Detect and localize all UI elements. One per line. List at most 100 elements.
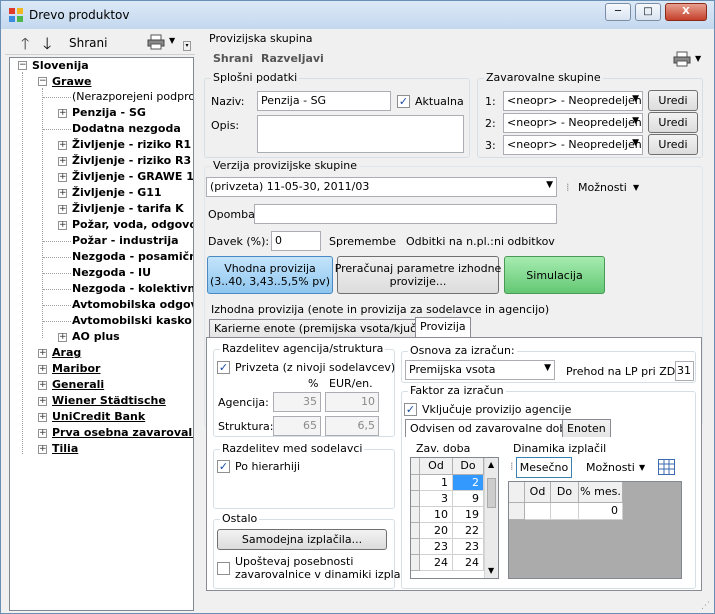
tree-node-product[interactable]: Nezgoda - IU [72,266,151,279]
table-icon[interactable] [658,459,675,475]
tree-node-product[interactable]: Življenje - GRAWE 1 [72,170,193,183]
basis-select[interactable]: Premijska vsota ▼ [405,360,555,380]
tree-node-product[interactable]: Avtomobilska odgovo [72,298,193,311]
insurance-group-select[interactable]: <neopr> - Neopredeljena ▼ [503,135,643,155]
expand-icon[interactable]: + [58,141,67,150]
dynamics-from-cell[interactable] [525,503,551,520]
tree-node-slovenija[interactable]: Slovenija [32,59,89,72]
consider-checkbox[interactable] [217,562,230,575]
simulation-button[interactable]: Simulacija [504,256,605,294]
tree-node-company[interactable]: Maribor [52,362,100,375]
resize-grip-icon[interactable]: ⋰ [701,601,710,611]
overflow-icon[interactable]: ▾ [183,41,191,51]
period-to-cell[interactable]: 2 [453,475,484,491]
tax-input[interactable]: 0 [271,231,321,251]
tree-node-company[interactable]: Tilia [52,442,78,455]
expand-icon[interactable]: + [58,189,67,198]
tree-node-company[interactable]: Wiener Städtische [52,394,166,407]
period-from-cell[interactable]: 20 [420,523,453,539]
expand-icon[interactable]: + [38,349,47,358]
changes-label[interactable]: Spremembe [329,235,396,248]
scroll-down-icon[interactable]: ▼ [488,566,494,575]
panel-save-button[interactable]: Shrani [213,52,253,65]
expand-icon[interactable]: + [58,157,67,166]
tree-node-product[interactable]: Avtomobilski kasko [72,314,192,327]
note-input[interactable] [254,204,557,224]
transition-input[interactable]: 31 [675,361,694,381]
tree-node-company[interactable]: Arag [52,346,81,359]
panel-printer-icon[interactable] [673,51,691,67]
version-options-dropdown-icon[interactable]: ▼ [633,183,639,192]
periods-grid[interactable]: Od Do 1 2 3 9 10 19 20 22 23 23 24 24 ▲ ▼ [410,457,499,579]
hierarchy-checkbox[interactable]: ✓ [217,460,230,473]
tree-node-product[interactable]: Življenje - riziko R1 [72,138,191,151]
expand-icon[interactable]: + [38,445,47,454]
scroll-thumb[interactable] [487,478,496,508]
tree-node-company[interactable]: Generali [52,378,104,391]
structure-pct-input[interactable]: 65 [273,416,321,436]
single-payments-button[interactable]: Samodejna izplačila... [217,529,387,550]
expand-icon[interactable]: + [38,413,47,422]
period-from-cell[interactable]: 1 [420,475,453,491]
tab-commission[interactable]: Provizija [415,317,471,338]
collapse-icon[interactable]: − [18,61,27,70]
dynamics-grid[interactable]: Od Do % mes. 0 [508,481,682,579]
expand-icon[interactable]: + [58,109,67,118]
expand-icon[interactable]: + [38,429,47,438]
expand-icon[interactable]: + [38,381,47,390]
tree-node-product[interactable]: Življenje - G11 [72,186,162,199]
tree-node-company[interactable]: Prva osebna zavarovalni [52,426,193,439]
tab-career-units[interactable]: Karierne enote (premijska vsota/kjuč(ZD)… [209,319,451,337]
expand-icon[interactable]: + [38,397,47,406]
product-tree[interactable]: − Slovenija − Grawe (Nerazporejeni podpr… [9,57,194,611]
period-from-cell[interactable]: 3 [420,491,453,507]
tree-node-grawe[interactable]: Grawe [52,75,92,88]
edit-group-button[interactable]: Uredi [648,134,698,155]
period-to-cell[interactable]: 23 [453,539,484,555]
maximize-button[interactable]: □ [635,3,661,21]
version-options-button[interactable]: Možnosti [578,181,627,194]
printer-icon[interactable] [147,34,165,50]
close-button[interactable]: X [665,3,707,21]
period-from-cell[interactable]: 24 [420,555,453,571]
tree-node-product[interactable]: Dodatna nezgoda [72,122,181,135]
tree-node-product[interactable]: Nezgoda - kolektivna [72,282,193,295]
expand-icon[interactable]: + [38,365,47,374]
input-commission-button[interactable]: Vhodna provizija (3..40, 3,43..5,5% pv) [207,256,333,294]
description-input[interactable] [257,115,464,153]
tab-uniform[interactable]: Enoten [562,419,611,437]
move-up-icon[interactable]: 🡑 [21,33,29,60]
period-to-cell[interactable]: 22 [453,523,484,539]
edit-group-button[interactable]: Uredi [648,112,698,133]
left-save-button[interactable]: Shrani [69,36,107,50]
insurance-group-select[interactable]: <neopr> - Neopredeljena ▼ [503,113,643,133]
period-to-cell[interactable]: 19 [453,507,484,523]
tree-node-product[interactable]: Penzija - SG [72,106,146,119]
tree-node-product[interactable]: Življenje - tarifa K [72,202,184,215]
insurance-group-select[interactable]: <neopr> - Neopredeljena ▼ [503,91,643,111]
structure-eur-input[interactable]: 6,5 [325,416,379,436]
period-to-cell[interactable]: 9 [453,491,484,507]
recalculate-button[interactable]: Preračunaj parametre izhodne provizije..… [335,256,501,294]
scroll-up-icon[interactable]: ▲ [488,460,494,469]
expand-icon[interactable]: + [58,221,67,230]
period-from-cell[interactable]: 23 [420,539,453,555]
dynamics-pct-cell[interactable]: 0 [579,503,623,520]
minimize-button[interactable]: ─ [605,3,631,21]
expand-icon[interactable]: + [58,173,67,182]
panel-undo-button[interactable]: Razveljavi [261,52,324,65]
tree-node-product[interactable]: Nezgoda - posamična [72,250,193,263]
printer-dropdown-icon[interactable]: ▼ [169,36,175,45]
active-checkbox[interactable]: ✓ [397,95,410,108]
dynamics-to-cell[interactable] [551,503,579,520]
version-select[interactable]: (privzeta) 11-05-30, 2011/03 ▼ [206,177,557,197]
period-to-cell[interactable]: 24 [453,555,484,571]
move-down-icon[interactable]: 🡓 [43,33,51,60]
tree-node-product[interactable]: Življenje - riziko R3 [72,154,191,167]
period-from-cell[interactable]: 10 [420,507,453,523]
expand-icon[interactable]: + [58,205,67,214]
title-bar[interactable]: Drevo produktov ─ □ X [1,1,714,29]
include-agency-checkbox[interactable]: ✓ [404,403,417,416]
tree-node-company[interactable]: UniCredit Bank [52,410,145,423]
dynamics-options-button[interactable]: Možnosti [586,461,635,474]
